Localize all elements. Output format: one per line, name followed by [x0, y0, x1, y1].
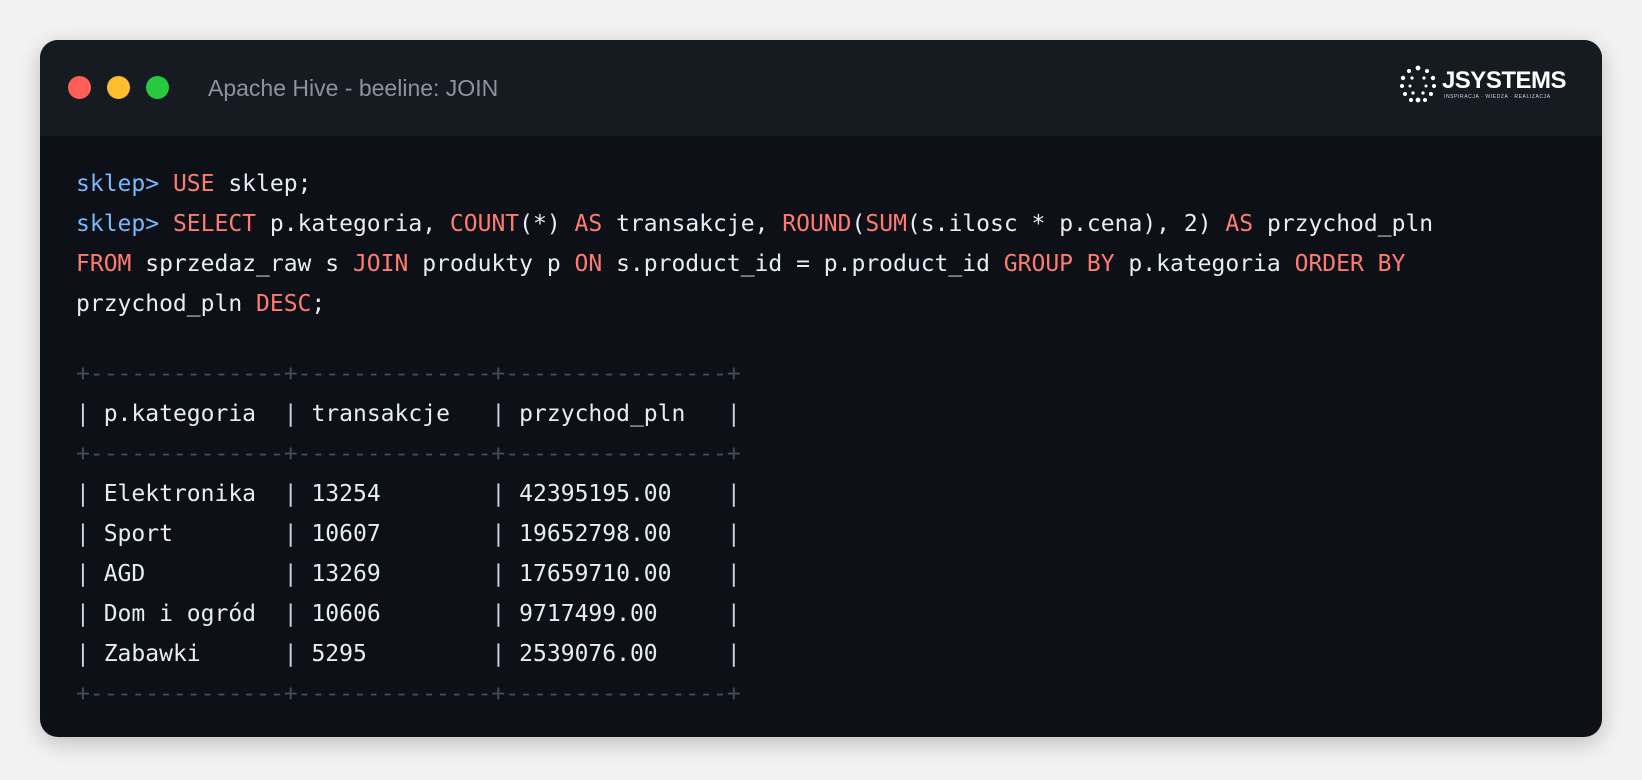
table-header: | p.kategoria | transakcje | przychod_pl…: [76, 401, 741, 427]
column-header: p.kategoria: [89, 401, 284, 427]
shell-prompt: sklep>: [76, 211, 173, 237]
table-cell: 13254: [297, 481, 492, 507]
sql-keyword: ORDER BY: [1294, 251, 1406, 277]
table-cell: 10607: [297, 521, 492, 547]
sql-keyword: ON: [574, 251, 603, 277]
table-cell: AGD: [89, 561, 284, 587]
sql-text: (s.ilosc * p.cena), 2): [906, 211, 1226, 237]
sql-keyword: JOIN: [352, 251, 409, 277]
sql-text: przychod_pln: [1253, 211, 1434, 237]
table-cell: Zabawki: [89, 641, 284, 667]
sql-keyword: FROM: [76, 251, 132, 277]
sql-keyword: COUNT: [449, 211, 520, 237]
table-cell: 9717499.00: [505, 601, 727, 627]
table-border: +--------------+--------------+---------…: [76, 681, 741, 707]
table-row: | Zabawki | 5295 | 2539076.00 |: [76, 641, 741, 667]
jsystems-logo: JSYSTEMS INSPIRACJA · WIEDZA · REALIZACJ…: [1399, 64, 1567, 104]
table-border: +--------------+--------------+---------…: [76, 441, 741, 467]
table-cell: 13269: [297, 561, 492, 587]
shell-prompt: sklep>: [76, 171, 173, 197]
minimize-window-button[interactable]: [107, 76, 130, 99]
maximize-window-button[interactable]: [146, 76, 169, 99]
table-cell: 5295: [297, 641, 492, 667]
command-line: sklep> SELECT p.kategoria, COUNT(*) AS t…: [76, 204, 1576, 244]
sql-keyword: SUM: [865, 211, 907, 237]
sql-text: ;: [311, 291, 326, 317]
sql-text: p.kategoria: [1114, 251, 1295, 277]
logo-tagline: INSPIRACJA · WIEDZA · REALIZACJA: [1443, 94, 1551, 100]
table-border: +--------------+--------------+---------…: [76, 361, 741, 387]
table-row: | Dom i ogród | 10606 | 9717499.00 |: [76, 601, 741, 627]
table-cell: 19652798.00: [505, 521, 727, 547]
sql-text: (: [851, 211, 866, 237]
sql-text: transakcje,: [602, 211, 783, 237]
sql-keyword: SELECT: [172, 211, 257, 237]
sql-keyword: GROUP BY: [1003, 251, 1115, 277]
sql-keyword: USE: [172, 171, 215, 197]
dotted-sphere-icon: [1399, 65, 1436, 103]
terminal-window: Apache Hive - beeline: JOIN JSYSTEMS INS…: [40, 40, 1602, 737]
table-cell: 10606: [297, 601, 492, 627]
sql-keyword: AS: [1225, 211, 1254, 237]
table-cell: Elektronika: [89, 481, 284, 507]
table-cell: Sport: [89, 521, 284, 547]
title-bar: Apache Hive - beeline: JOIN JSYSTEMS INS…: [40, 40, 1602, 136]
command-area: sklep> USE sklep; sklep> SELECT p.kategor…: [76, 164, 1576, 324]
result-table: +--------------+--------------+---------…: [76, 354, 1576, 714]
command-line: FROM sprzedaz_raw s JOIN produkty p ON s…: [76, 244, 1576, 284]
sql-text: przychod_pln: [76, 291, 257, 317]
column-header: przychod_pln: [505, 401, 727, 427]
table-row: | Sport | 10607 | 19652798.00 |: [76, 521, 741, 547]
sql-keyword: DESC: [256, 291, 312, 317]
window-title: Apache Hive - beeline: JOIN: [208, 75, 499, 101]
table-row: | Elektronika | 13254 | 42395195.00 |: [76, 481, 741, 507]
logo-name: JSYSTEMS: [1441, 67, 1567, 94]
sql-text: sklep;: [214, 171, 312, 197]
table-cell: 17659710.00: [505, 561, 727, 587]
table-row: | AGD | 13269 | 17659710.00 |: [76, 561, 741, 587]
table-cell: Dom i ogród: [89, 601, 284, 627]
close-window-button[interactable]: [68, 76, 91, 99]
table-cell: 42395195.00: [505, 481, 727, 507]
column-header: transakcje: [297, 401, 492, 427]
table-cell: 2539076.00: [505, 641, 727, 667]
terminal-output[interactable]: sklep> USE sklep; sklep> SELECT p.kategor…: [76, 164, 1576, 714]
command-line: sklep> USE sklep;: [76, 164, 1576, 204]
sql-text: sprzedaz_raw s: [131, 251, 353, 277]
sql-text: s.product_id = p.product_id: [602, 251, 1004, 277]
sql-text: produkty p: [408, 251, 575, 277]
sql-keyword: ROUND: [782, 211, 852, 237]
sql-text: p.kategoria,: [256, 211, 450, 237]
sql-text: (*): [519, 211, 575, 237]
sql-keyword: AS: [574, 211, 603, 237]
command-line: przychod_pln DESC;: [76, 284, 1576, 324]
